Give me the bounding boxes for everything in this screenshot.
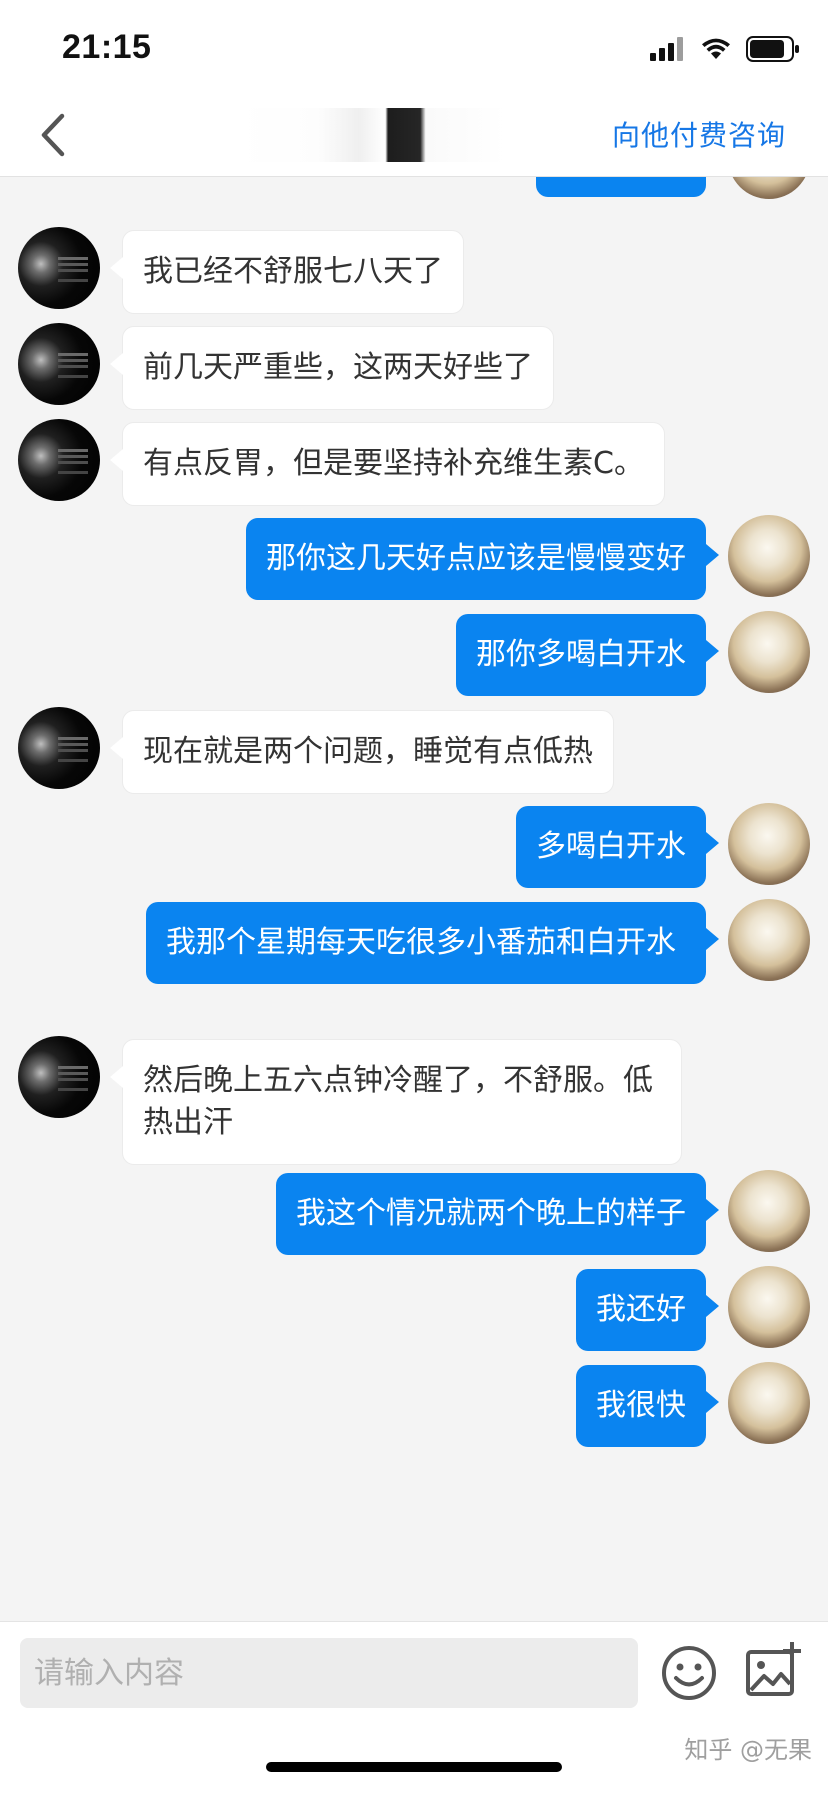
contact-avatar[interactable] bbox=[18, 1036, 100, 1118]
my-avatar[interactable] bbox=[728, 803, 810, 885]
add-image-icon bbox=[746, 1642, 801, 1696]
contact-avatar[interactable] bbox=[18, 707, 100, 789]
message-bubble: 我那个星期每天吃很多小番茄和白开水 bbox=[146, 902, 719, 984]
status-bar: 21:15 bbox=[0, 0, 828, 96]
nav-title-obscured bbox=[238, 108, 506, 162]
paid-consult-button[interactable]: 向他付费咨询 bbox=[612, 114, 786, 154]
contact-avatar[interactable] bbox=[18, 227, 100, 309]
my-avatar[interactable] bbox=[728, 611, 810, 693]
add-image-button[interactable] bbox=[744, 1640, 804, 1700]
message-bubble: 我这个情况就两个晚上的样子 bbox=[276, 1173, 719, 1255]
wifi-icon bbox=[702, 38, 730, 59]
my-avatar[interactable] bbox=[728, 1170, 810, 1252]
message-bubble: 多喝白开水 bbox=[516, 806, 719, 888]
message-bubble: 前几天严重些，这两天好些了 bbox=[110, 326, 554, 410]
cellular-signal-icon bbox=[650, 37, 683, 61]
status-icons bbox=[650, 32, 800, 66]
emoji-button[interactable] bbox=[660, 1644, 718, 1702]
contact-avatar[interactable] bbox=[18, 323, 100, 405]
message-bubble: 我还好 bbox=[576, 1269, 719, 1351]
input-bar: 知乎 @无果 bbox=[0, 1621, 828, 1793]
message-bubble-partial bbox=[536, 177, 706, 197]
my-avatar[interactable] bbox=[728, 1362, 810, 1444]
message-bubble: 那你多喝白开水 bbox=[456, 614, 719, 696]
home-indicator[interactable] bbox=[266, 1762, 562, 1772]
watermark: 知乎 @无果 bbox=[684, 1736, 812, 1764]
message-bubble: 有点反胃，但是要坚持补充维生素C。 bbox=[110, 422, 665, 506]
message-bubble: 那你这几天好点应该是慢慢变好 bbox=[246, 518, 719, 600]
my-avatar[interactable] bbox=[728, 1266, 810, 1348]
nav-bar: 向他付费咨询 bbox=[0, 96, 828, 177]
message-bubble: 我很快 bbox=[576, 1365, 719, 1447]
contact-avatar[interactable] bbox=[18, 419, 100, 501]
message-bubble: 现在就是两个问题，睡觉有点低热 bbox=[110, 710, 614, 794]
status-time: 21:15 bbox=[62, 28, 152, 66]
emoji-icon bbox=[662, 1646, 716, 1700]
message-bubble: 然后晚上五六点钟冷醒了，不舒服。低热出汗 bbox=[110, 1039, 682, 1165]
battery-icon bbox=[746, 36, 799, 62]
message-input[interactable] bbox=[20, 1638, 638, 1708]
chevron-left-icon bbox=[41, 113, 65, 157]
message-bubble: 我已经不舒服七八天了 bbox=[110, 230, 464, 314]
my-avatar[interactable] bbox=[728, 515, 810, 597]
back-button[interactable] bbox=[34, 108, 74, 162]
my-avatar[interactable] bbox=[728, 177, 810, 199]
my-avatar[interactable] bbox=[728, 899, 810, 981]
chat-area[interactable]: 我已经不舒服七八天了 前几天严重些，这两天好些了 有点反胃，但是要坚持补充维生素… bbox=[0, 177, 828, 1621]
